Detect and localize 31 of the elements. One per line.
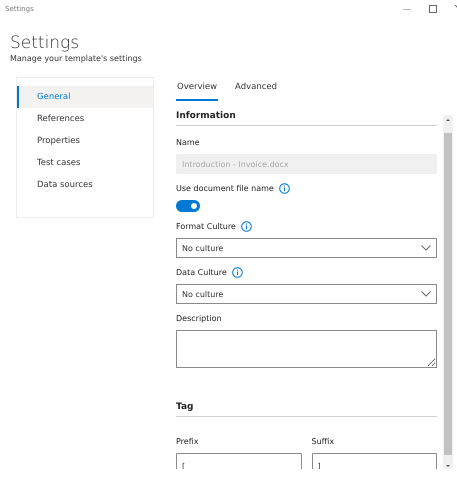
dropdown[interactable]: No culture: [176, 284, 437, 304]
toggle-switch[interactable]: [176, 200, 200, 212]
sidebar-item[interactable]: Test cases: [17, 152, 153, 174]
page-title: Settings: [10, 33, 80, 53]
description-field[interactable]: [176, 330, 437, 368]
field-label: Description: [176, 314, 222, 322]
sidebar-item[interactable]: References: [17, 108, 153, 130]
maximize-icon[interactable]: [429, 5, 437, 13]
field-label: Use document file name: [176, 184, 274, 192]
scroll-up-icon[interactable]: [445, 117, 451, 123]
chevron-icon: [421, 245, 431, 251]
tab[interactable]: Advanced: [234, 77, 278, 101]
info-icon[interactable]: [278, 182, 290, 194]
info-icon[interactable]: [232, 266, 243, 278]
sidebar-item[interactable]: General: [17, 86, 153, 108]
field-label: Prefix: [176, 436, 198, 446]
field-label: Suffix: [312, 436, 334, 446]
info-icon[interactable]: [240, 220, 252, 232]
tab[interactable]: Overview: [176, 77, 218, 101]
page-subtitle: Manage your template's settings: [10, 54, 143, 63]
dropdown[interactable]: No culture: [176, 238, 437, 258]
field-label: Format Culture: [176, 222, 236, 230]
chevron-icon: [421, 291, 431, 297]
section-heading: Tag: [176, 398, 437, 417]
field-label: Name: [176, 138, 200, 146]
sidebar-item[interactable]: Data sources: [17, 174, 153, 196]
field-label: Data Culture: [176, 268, 227, 276]
sidebar-item[interactable]: Properties: [17, 130, 153, 152]
section-heading: Information: [176, 107, 437, 126]
scrollbar[interactable]: [443, 115, 453, 469]
scroll-down-icon[interactable]: [445, 463, 451, 469]
